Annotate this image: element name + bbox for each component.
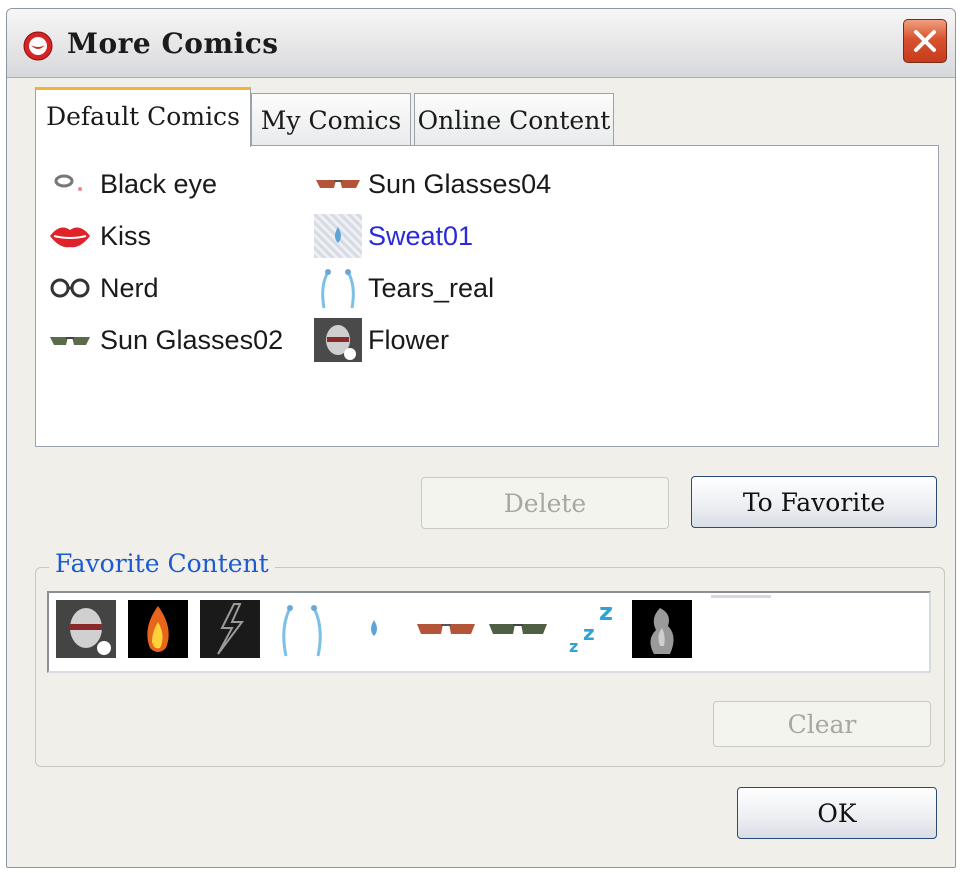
item-label: Sun Glasses04: [368, 168, 552, 199]
sunglasses-icon: [46, 318, 94, 362]
favorite-item[interactable]: [415, 599, 477, 659]
favorite-item[interactable]: [631, 599, 693, 659]
sleep-zzz-icon: zzz: [569, 600, 613, 656]
item-label: Nerd: [100, 272, 159, 303]
comics-list: Black eye Kiss Nerd Sun Glasses02 Sun Gl…: [35, 145, 939, 447]
fire-icon: [128, 600, 188, 658]
button-label: OK: [817, 798, 857, 828]
black-eye-icon: [46, 162, 94, 206]
tab-default-comics[interactable]: Default Comics: [35, 87, 251, 147]
favorite-strip: zzz: [47, 591, 931, 673]
strip-fragment: [711, 595, 771, 598]
favorite-item[interactable]: zzz: [559, 599, 621, 659]
button-label: Clear: [787, 709, 857, 739]
tab-online-content[interactable]: Online Content: [414, 93, 614, 146]
favorite-item[interactable]: [127, 599, 189, 659]
title-bar[interactable]: More Comics: [7, 9, 955, 78]
list-item[interactable]: Tears_real: [314, 266, 494, 310]
list-item[interactable]: Kiss: [46, 214, 151, 258]
ok-button[interactable]: OK: [737, 787, 937, 839]
window-title: More Comics: [67, 27, 279, 60]
item-label: Black eye: [100, 168, 218, 199]
head-thumbnail-icon: [56, 600, 116, 658]
sweat-drop-icon: [371, 620, 377, 636]
nerd-glasses-icon: [46, 266, 94, 310]
favorite-item[interactable]: [199, 599, 261, 659]
sunglasses-dark-icon: [489, 624, 547, 634]
list-item[interactable]: Sun Glasses04: [314, 162, 551, 206]
item-label: Flower: [368, 324, 450, 355]
list-item[interactable]: Nerd: [46, 266, 159, 310]
sunglasses-icon: [417, 624, 475, 634]
favorite-item[interactable]: [55, 599, 117, 659]
svg-text:z: z: [599, 600, 613, 626]
tears-icon: [314, 266, 362, 310]
list-item[interactable]: Sun Glasses02: [46, 318, 283, 362]
tears-icon: [282, 605, 322, 657]
lips-icon: [46, 214, 94, 258]
button-label: To Favorite: [742, 487, 886, 517]
favorite-item[interactable]: [487, 599, 549, 659]
item-label: Sun Glasses02: [100, 324, 284, 355]
tab-label: Default Comics: [46, 102, 240, 131]
item-label: Kiss: [100, 220, 152, 251]
svg-text:z: z: [583, 621, 595, 645]
tab-my-comics[interactable]: My Comics: [251, 93, 411, 146]
list-item[interactable]: Black eye: [46, 162, 217, 206]
clear-button[interactable]: Clear: [713, 701, 931, 747]
head-thumbnail-icon: [314, 318, 362, 362]
sunglasses-icon: [314, 162, 362, 206]
dialog-window: More Comics Default Comics My Comics Onl…: [6, 8, 956, 868]
list-item[interactable]: Flower: [314, 318, 449, 362]
favorite-content-label: Favorite Content: [49, 549, 275, 578]
sweat-drop-icon: [314, 214, 362, 258]
lightning-icon: [200, 600, 260, 658]
item-label: Tears_real: [368, 272, 495, 303]
tab-label: Online Content: [417, 106, 611, 135]
svg-text:z: z: [569, 637, 578, 656]
close-icon: [914, 30, 936, 52]
button-label: Delete: [503, 488, 587, 518]
close-button[interactable]: [903, 19, 947, 63]
to-favorite-button[interactable]: To Favorite: [691, 476, 937, 528]
tab-label: My Comics: [260, 106, 402, 135]
smoke-icon: [632, 600, 692, 658]
item-label: Sweat01: [368, 220, 474, 251]
delete-button[interactable]: Delete: [421, 477, 669, 529]
list-item[interactable]: Sweat01: [314, 214, 473, 258]
app-logo-icon: [23, 31, 53, 61]
favorite-item[interactable]: [343, 599, 405, 659]
favorite-item[interactable]: [271, 599, 333, 659]
